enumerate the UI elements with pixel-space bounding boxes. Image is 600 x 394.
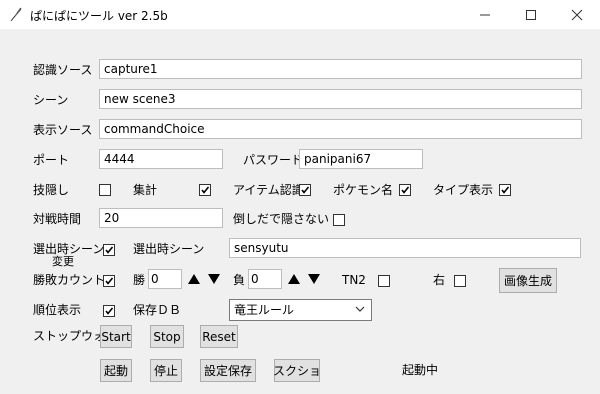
port-label: ポート bbox=[33, 153, 70, 167]
type-display-checkbox[interactable] bbox=[499, 184, 511, 196]
window-title: ぱにぱにツール ver 2.5b bbox=[30, 9, 168, 23]
checkmark-icon bbox=[501, 186, 510, 194]
status-text: 起動中 bbox=[402, 363, 439, 377]
checkmark-icon bbox=[201, 186, 210, 194]
win-label: 勝 bbox=[133, 273, 146, 287]
loss-label: 負 bbox=[233, 273, 246, 287]
generate-image-button[interactable]: 画像生成 bbox=[499, 268, 557, 293]
minimize-icon bbox=[480, 14, 490, 15]
item-recognition-label: アイテム認識 bbox=[233, 183, 304, 197]
stopwatch-start-button[interactable]: Start bbox=[100, 325, 132, 348]
scene-label: シーン bbox=[33, 93, 69, 107]
selection-scene-checkbox[interactable] bbox=[103, 244, 115, 256]
stopwatch-reset-button[interactable]: Reset bbox=[200, 325, 238, 348]
launch-button[interactable]: 起動 bbox=[100, 359, 132, 382]
checkmark-icon bbox=[105, 307, 114, 315]
triangle-up-icon bbox=[188, 274, 200, 284]
triangle-down-icon bbox=[308, 274, 320, 284]
tally-label: 集計 bbox=[133, 183, 158, 197]
password-input[interactable]: panipani67 bbox=[299, 149, 423, 169]
save-db-select[interactable]: 竜王ルール bbox=[229, 299, 372, 321]
display-source-input[interactable]: commandChoice bbox=[99, 119, 582, 139]
item-recognition-checkbox[interactable] bbox=[299, 184, 311, 196]
tally-checkbox[interactable] bbox=[199, 184, 211, 196]
minimize-button[interactable] bbox=[462, 0, 508, 29]
password-label: パスワード bbox=[243, 153, 304, 167]
right-label: 右 bbox=[433, 273, 446, 287]
maximize-icon bbox=[526, 9, 536, 20]
win-count-input[interactable]: 0 bbox=[148, 269, 182, 289]
source-input[interactable]: capture1 bbox=[99, 59, 582, 79]
win-loss-label: 勝敗カウント bbox=[33, 273, 106, 287]
save-db-selected-value: 竜王ルール bbox=[234, 303, 295, 317]
selection-scene-change-label-2: 変更 bbox=[52, 255, 74, 268]
scene-input[interactable]: new scene3 bbox=[99, 89, 582, 109]
win-loss-checkbox[interactable] bbox=[103, 275, 115, 287]
selection-scene-label: 選出時シーン bbox=[133, 242, 205, 256]
checkmark-icon bbox=[301, 186, 310, 194]
triangle-down-icon bbox=[208, 274, 220, 284]
ranking-checkbox[interactable] bbox=[103, 305, 115, 317]
chevron-down-icon bbox=[355, 306, 365, 312]
checkmark-icon bbox=[105, 277, 114, 285]
ranking-label: 順位表示 bbox=[33, 303, 82, 317]
checkmark-icon bbox=[105, 246, 114, 254]
screenshot-button[interactable]: スクショ bbox=[273, 359, 321, 382]
win-increment-button[interactable] bbox=[187, 270, 201, 288]
loss-count-input[interactable]: 0 bbox=[248, 269, 282, 289]
tn2-checkbox[interactable] bbox=[378, 275, 390, 287]
battle-time-input[interactable]: 20 bbox=[99, 208, 223, 228]
maximize-button[interactable] bbox=[508, 0, 554, 29]
win-decrement-button[interactable] bbox=[207, 270, 221, 288]
loss-increment-button[interactable] bbox=[287, 270, 301, 288]
checkmark-icon bbox=[401, 186, 410, 194]
tn2-label: TN2 bbox=[342, 273, 366, 287]
feather-icon bbox=[10, 7, 22, 22]
selection-scene-change-label: 選出時シーン bbox=[33, 242, 105, 256]
stop-button[interactable]: 停止 bbox=[150, 359, 182, 382]
save-db-label: 保存ＤＢ bbox=[133, 303, 182, 317]
no-hide-checkbox[interactable] bbox=[333, 214, 345, 226]
stopwatch-stop-button[interactable]: Stop bbox=[150, 325, 184, 348]
skill-hide-checkbox[interactable] bbox=[99, 184, 111, 196]
loss-decrement-button[interactable] bbox=[307, 270, 321, 288]
title-bar: ぱにぱにツール ver 2.5b bbox=[0, 0, 600, 29]
save-settings-button[interactable]: 設定保存 bbox=[200, 359, 256, 382]
pokemon-name-checkbox[interactable] bbox=[399, 184, 411, 196]
port-input[interactable]: 4444 bbox=[99, 149, 223, 169]
triangle-up-icon bbox=[288, 274, 300, 284]
pokemon-name-label: ポケモン名 bbox=[333, 183, 394, 197]
right-checkbox[interactable] bbox=[454, 275, 466, 287]
battle-time-label: 対戦時間 bbox=[33, 212, 82, 226]
selection-scene-input[interactable]: sensyutu bbox=[229, 238, 581, 258]
type-display-label: タイプ表示 bbox=[433, 183, 494, 197]
skill-hide-label: 技隠し bbox=[33, 183, 70, 197]
no-hide-label: 倒しだで隠さない bbox=[233, 212, 330, 226]
close-button[interactable] bbox=[554, 0, 600, 29]
close-icon bbox=[571, 9, 583, 20]
source-label: 認識ソース bbox=[33, 63, 93, 77]
display-source-label: 表示ソース bbox=[33, 123, 93, 137]
